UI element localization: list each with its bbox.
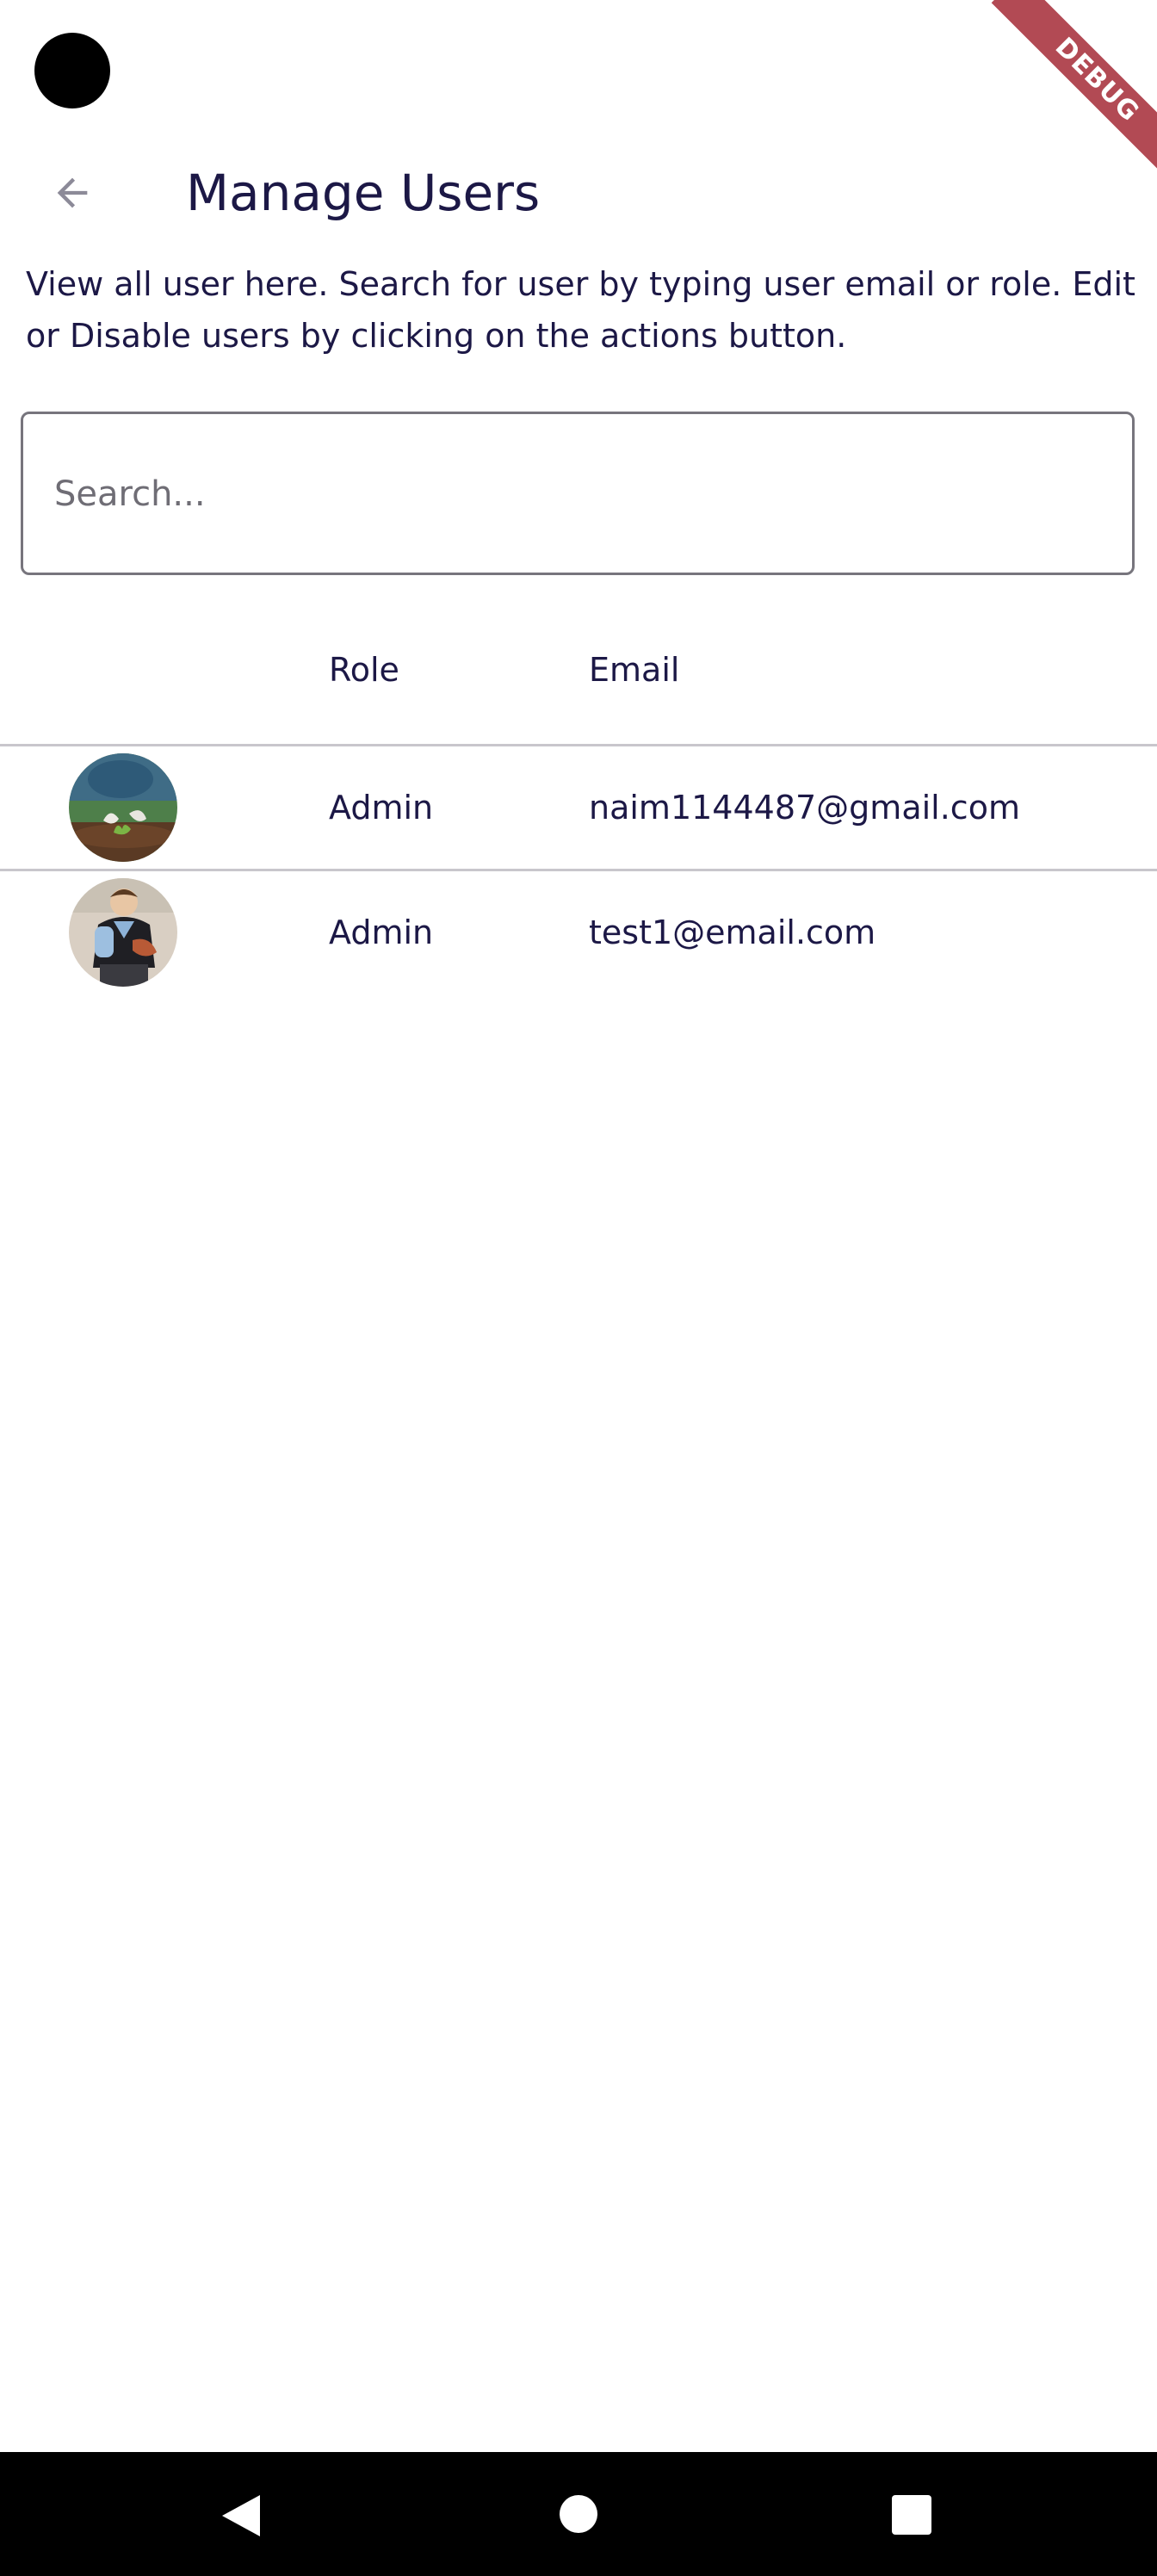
cell-email: naim1144487@gmail.com <box>589 789 1020 827</box>
table-header: Role Email <box>0 620 1157 746</box>
avatar <box>69 878 177 987</box>
arrow-left-icon <box>57 177 88 208</box>
system-nav-bar <box>0 2452 1157 2576</box>
cell-role: Admin <box>329 913 434 951</box>
back-button[interactable] <box>34 155 110 231</box>
cell-role: Admin <box>329 789 434 827</box>
triangle-back-icon[interactable] <box>219 2492 263 2540</box>
page-title: Manage Users <box>186 164 541 222</box>
circle-home-icon[interactable] <box>560 2495 597 2533</box>
cell-email: test1@email.com <box>589 913 876 951</box>
table-row[interactable]: Admin naim1144487@gmail.com <box>0 746 1157 871</box>
column-header-email[interactable]: Email <box>589 620 679 744</box>
square-recents-icon[interactable] <box>892 2495 931 2535</box>
screen: DEBUG Manage Users View all user here. S… <box>0 0 1157 2576</box>
users-table: Role Email Admin naim1144487@gmail.com A… <box>0 620 1157 994</box>
page-description: View all user here. Search for user by t… <box>26 265 1135 355</box>
app-bar: Manage Users <box>0 138 1157 241</box>
table-row[interactable]: Admin test1@email.com <box>0 871 1157 994</box>
avatar <box>69 753 177 862</box>
search-field[interactable] <box>21 412 1135 575</box>
search-input[interactable] <box>53 414 1089 574</box>
camera-cutout <box>34 33 110 108</box>
column-header-role[interactable]: Role <box>329 620 399 744</box>
